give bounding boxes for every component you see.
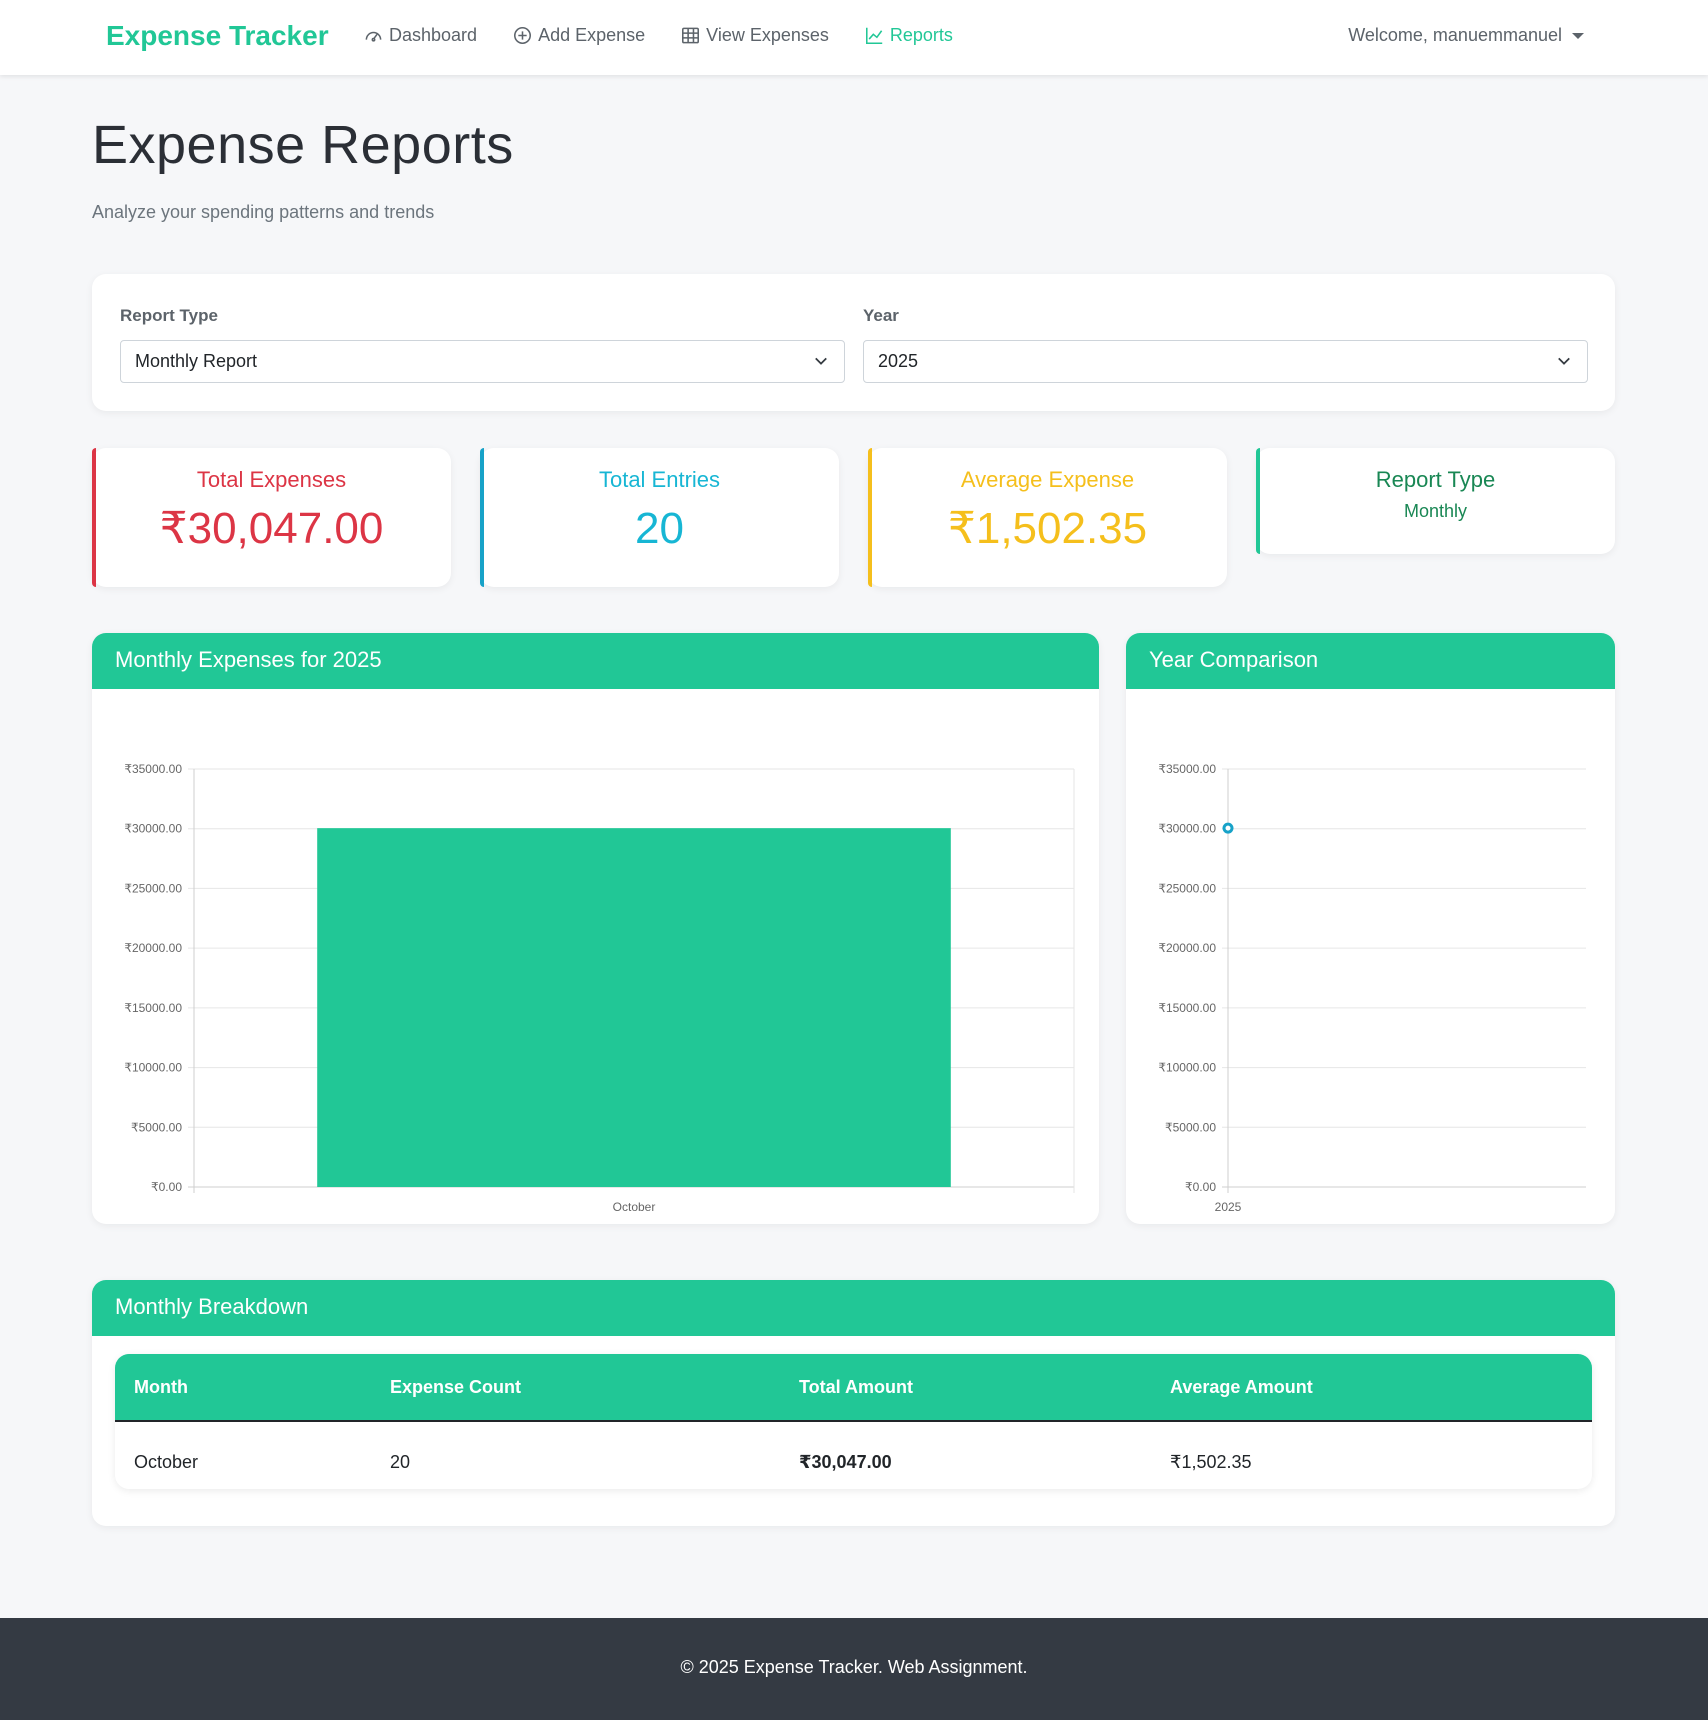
y-tick-label: ₹35000.00: [124, 762, 182, 776]
year-select[interactable]: 2025: [863, 340, 1588, 383]
nav-links: Dashboard Add Expense View Expenses Repo…: [364, 25, 953, 46]
breakdown-header: Monthly Breakdown: [92, 1280, 1615, 1336]
user-menu-dropdown[interactable]: Welcome, manuemmanuel: [1348, 25, 1584, 46]
table-icon: [682, 27, 700, 44]
year-comparison-chart: ₹0.00 ₹5000.00 ₹10000.00 ₹15000.00 ₹20000.00…: [1158, 762, 1586, 1214]
monthly-breakdown-card: Monthly Breakdown Month Expense Count To…: [92, 1280, 1615, 1526]
accent-bar: [92, 448, 96, 587]
bar-october: [317, 828, 951, 1187]
y-tick-label: ₹15000.00: [124, 1001, 182, 1015]
stat-card-total-expenses: Total Expenses ₹30,047.00: [92, 448, 451, 587]
plus-circle-icon: [514, 27, 532, 44]
brand-logo[interactable]: Expense Tracker: [106, 20, 329, 52]
chevron-down-icon: [815, 357, 827, 365]
nav-link-label: Reports: [889, 25, 953, 45]
monthly-expenses-chart: ₹0.00 ₹5000.00 ₹10000.00 ₹15000.00 ₹20000.00…: [124, 762, 1075, 1214]
speedometer-icon: [365, 31, 382, 42]
y-tick-label: ₹20000.00: [1158, 941, 1216, 955]
year-label: Year: [863, 306, 899, 325]
cell-expense-count: 20: [390, 1452, 411, 1472]
y-tick-label: ₹5000.00: [1165, 1120, 1216, 1134]
y-tick-label: ₹10000.00: [124, 1061, 182, 1075]
stat-label: Total Entries: [598, 467, 721, 492]
accent-bar: [1256, 448, 1260, 554]
cell-month: October: [134, 1452, 199, 1472]
welcome-text: Welcome, manuemmanuel: [1348, 25, 1562, 45]
col-total-amount: Total Amount: [799, 1377, 913, 1397]
col-month: Month: [134, 1377, 188, 1397]
y-tick-label: ₹0.00: [1185, 1180, 1216, 1194]
report-filters-card: Report Type Monthly Report Year 2025: [92, 274, 1615, 411]
line-chart-icon: [865, 27, 883, 44]
y-tick-label: ₹5000.00: [131, 1120, 182, 1134]
y-tick-label: ₹30000.00: [124, 822, 182, 836]
data-point-2025: [1222, 822, 1234, 834]
year-value: 2025: [878, 351, 919, 371]
stat-label: Average Expense: [960, 467, 1135, 492]
col-expense-count: Expense Count: [390, 1377, 522, 1397]
footer: © 2025 Expense Tracker. Web Assignment.: [0, 1618, 1708, 1720]
accent-bar: [868, 448, 872, 587]
stat-card-total-entries: Total Entries 20: [480, 448, 839, 587]
page-subtitle: Analyze your spending patterns and trend…: [92, 202, 435, 222]
navbar: Expense Tracker Dashboard Add Expense Vi…: [0, 0, 1708, 75]
stat-value: Monthly: [1403, 501, 1468, 521]
nav-link-label: Dashboard: [389, 25, 478, 45]
stat-value: ₹1,502.35: [947, 504, 1148, 553]
caret-down-icon: [1572, 32, 1584, 39]
nav-link-reports[interactable]: Reports: [865, 25, 953, 46]
stat-label: Total Expenses: [196, 467, 347, 492]
y-tick-label: ₹30000.00: [1158, 822, 1216, 836]
col-average-amount: Average Amount: [1170, 1377, 1313, 1397]
nav-link-label: Add Expense: [538, 25, 646, 45]
report-type-select[interactable]: Monthly Report: [120, 340, 845, 383]
y-tick-label: ₹10000.00: [1158, 1061, 1216, 1075]
nav-link-add-expense[interactable]: Add Expense: [513, 25, 645, 46]
x-tick-label: October: [613, 1200, 656, 1214]
x-tick-label: 2025: [1215, 1200, 1242, 1214]
chart-header: Year Comparison: [1126, 633, 1615, 689]
year-comparison-card: Year Comparison ₹0.00 ₹5000.00 ₹10000.00 ₹1…: [1126, 633, 1615, 1224]
cell-average-amount: ₹1,502.35: [1170, 1452, 1252, 1472]
report-type-label: Report Type: [120, 306, 218, 325]
cell-total-amount: ₹30,047.00: [799, 1452, 892, 1472]
y-tick-label: ₹0.00: [151, 1180, 182, 1194]
breakdown-table: Month Expense Count Total Amount Average…: [115, 1354, 1592, 1489]
nav-link-dashboard[interactable]: Dashboard: [364, 25, 477, 46]
stat-label: Report Type: [1375, 467, 1496, 492]
y-tick-label: ₹25000.00: [124, 881, 182, 895]
y-tick-label: ₹20000.00: [124, 941, 182, 955]
stat-value: 20: [635, 504, 684, 553]
chart-header: Monthly Expenses for 2025: [92, 633, 1099, 689]
nav-link-view-expenses[interactable]: View Expenses: [681, 25, 829, 46]
page-title: Expense Reports: [92, 115, 514, 175]
report-type-value: Monthly Report: [135, 351, 258, 371]
y-tick-label: ₹35000.00: [1158, 762, 1216, 776]
nav-link-label: View Expenses: [706, 25, 829, 45]
stat-card-report-type: Report Type Monthly: [1256, 448, 1615, 554]
stat-card-average-expense: Average Expense ₹1,502.35: [868, 448, 1227, 587]
table-header: Month Expense Count Total Amount Average…: [115, 1354, 1592, 1422]
chevron-down-icon: [1558, 357, 1570, 365]
stat-value: ₹30,047.00: [159, 504, 384, 553]
accent-bar: [480, 448, 484, 587]
monthly-chart-card: Monthly Expenses for 2025 ₹0.00 ₹5000.00 ₹…: [92, 633, 1099, 1224]
y-tick-label: ₹15000.00: [1158, 1001, 1216, 1015]
y-tick-label: ₹25000.00: [1158, 881, 1216, 895]
footer-text: © 2025 Expense Tracker. Web Assignment.: [680, 1657, 1028, 1677]
